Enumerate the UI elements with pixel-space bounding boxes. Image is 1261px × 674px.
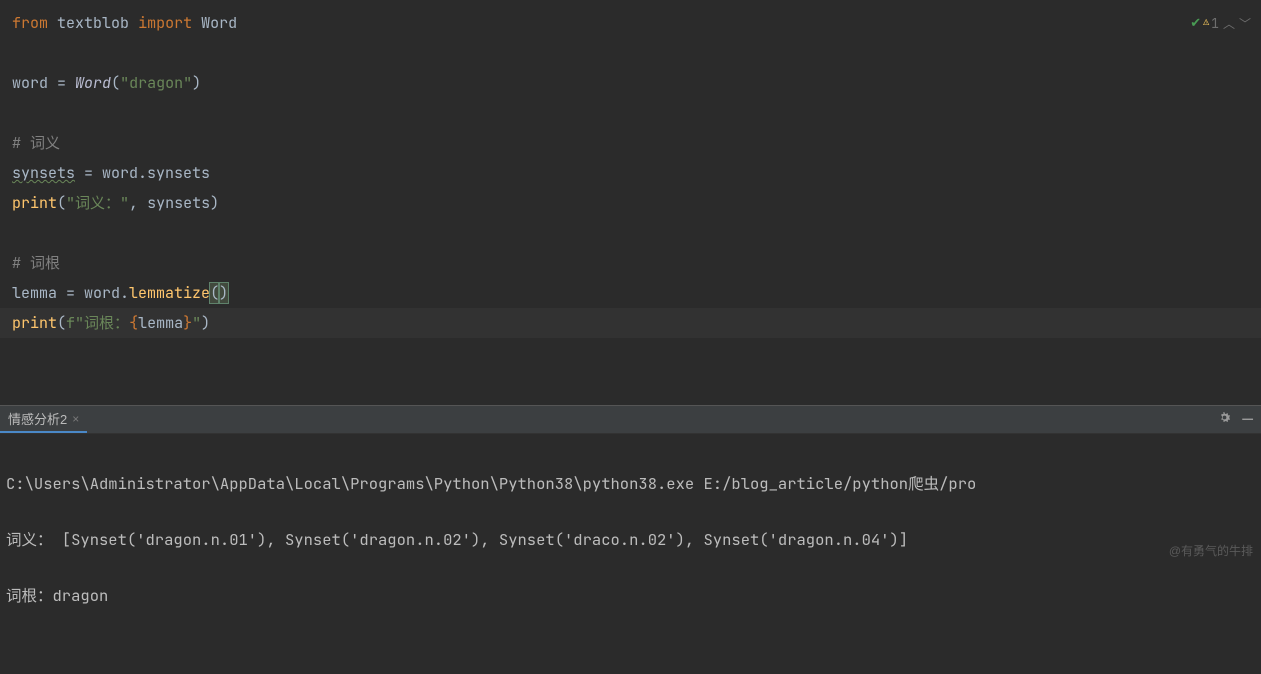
code-line[interactable] — [12, 338, 1249, 368]
watermark: @有勇气的牛排 — [1169, 542, 1253, 559]
code-line[interactable]: print("词义：", synsets) — [12, 188, 1249, 218]
operator: = — [48, 73, 75, 93]
keyword: import — [138, 13, 192, 33]
close-icon[interactable]: × — [72, 412, 79, 426]
keyword: from — [12, 13, 48, 33]
code-line-active[interactable]: print(f"词根：{lemma}") — [0, 308, 1261, 338]
paren: ) — [219, 283, 228, 303]
comma: , — [129, 193, 147, 213]
operator: = — [57, 283, 84, 303]
operator: = — [75, 163, 102, 183]
class-name: Word — [201, 13, 237, 33]
code-line[interactable] — [12, 218, 1249, 248]
gear-icon[interactable] — [1217, 410, 1232, 429]
attribute: synsets — [147, 163, 210, 183]
run-tool-window: 情感分析2 × — C:\Users\Administrator\AppData… — [0, 405, 1261, 674]
problems-count: 1 — [1211, 9, 1219, 39]
code-line[interactable]: from textblob import Word — [12, 8, 1249, 38]
paren: ) — [210, 193, 219, 213]
comment: # 词义 — [12, 133, 60, 153]
console-line: 词根：dragon — [6, 582, 1255, 610]
code-line[interactable]: # 词根 — [12, 248, 1249, 278]
call: Word — [75, 73, 111, 93]
paren: ( — [57, 193, 66, 213]
console-line: C:\Users\Administrator\AppData\Local\Pro… — [6, 470, 1255, 498]
code-line[interactable]: word = Word("dragon") — [12, 68, 1249, 98]
chevron-up-icon[interactable]: ︿ — [1223, 9, 1235, 39]
check-icon: ✔⚠ — [1190, 8, 1207, 39]
string: "词根： — [75, 313, 129, 333]
variable: lemma — [12, 283, 57, 303]
code-line[interactable]: # 词义 — [12, 128, 1249, 158]
brace: } — [183, 313, 192, 333]
minimize-icon[interactable]: — — [1242, 415, 1253, 425]
paren: ( — [57, 313, 66, 333]
builtin: print — [12, 313, 57, 333]
paren: ( — [111, 73, 120, 93]
run-tab-active[interactable]: 情感分析2 × — [0, 406, 87, 433]
code-line[interactable]: synsets = word.synsets — [12, 158, 1249, 188]
string: "词义：" — [66, 193, 129, 213]
variable: word — [12, 73, 48, 93]
inspection-widget[interactable]: ✔⚠ 1 ︿ ﹀ — [1190, 8, 1251, 39]
code-line[interactable]: lemma = word.lemmatize() — [12, 278, 1249, 308]
string: "dragon" — [120, 73, 192, 93]
run-tab-bar: 情感分析2 × — — [0, 406, 1261, 434]
comment: # 词根 — [12, 253, 60, 273]
console-output[interactable]: C:\Users\Administrator\AppData\Local\Pro… — [0, 434, 1261, 674]
paren: ( — [210, 283, 219, 303]
chevron-down-icon[interactable]: ﹀ — [1239, 9, 1251, 39]
brace: { — [129, 313, 138, 333]
method: lemmatize — [129, 283, 210, 303]
expression: lemma — [138, 313, 183, 333]
object: word. — [102, 163, 147, 183]
object: word. — [84, 283, 129, 303]
paren: ) — [201, 313, 210, 333]
code-line[interactable] — [12, 98, 1249, 128]
string: " — [192, 313, 201, 333]
variable: synsets — [12, 163, 75, 183]
module-name: textblob — [57, 13, 129, 33]
run-tab-label: 情感分析2 — [8, 409, 67, 428]
code-editor[interactable]: ✔⚠ 1 ︿ ﹀ from textblob import Word word … — [0, 0, 1261, 405]
builtin: print — [12, 193, 57, 213]
fstring-prefix: f — [66, 313, 75, 333]
code-line[interactable] — [12, 38, 1249, 68]
paren: ) — [192, 73, 201, 93]
argument: synsets — [147, 193, 210, 213]
console-line: 词义： [Synset('dragon.n.01'), Synset('drag… — [6, 526, 1255, 554]
